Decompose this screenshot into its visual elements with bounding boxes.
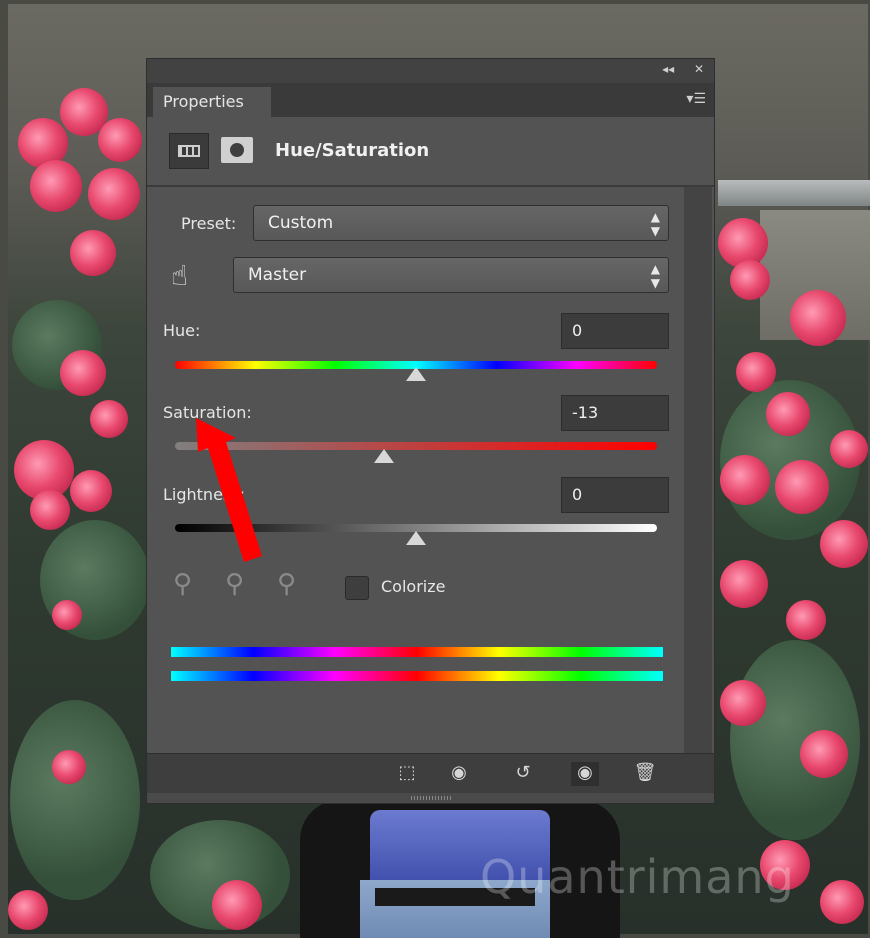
red-annotation-arrow (196, 418, 262, 562)
arrow-shape (196, 418, 262, 562)
